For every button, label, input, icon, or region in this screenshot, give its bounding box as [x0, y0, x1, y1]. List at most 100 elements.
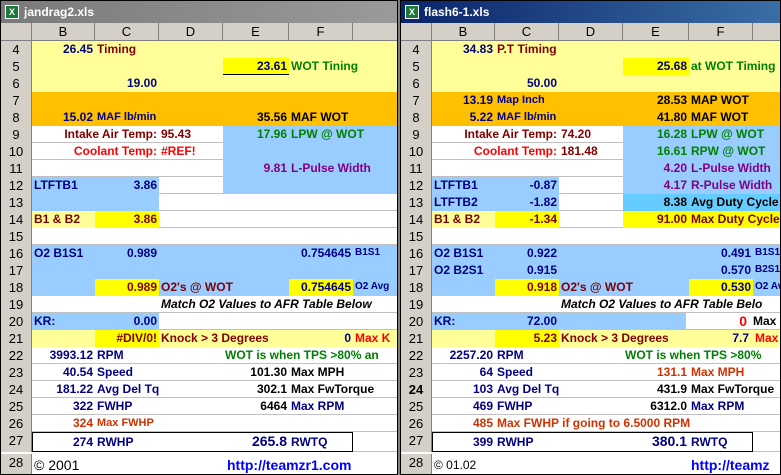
right-title-bar[interactable]: X flash6-1.xls [401, 1, 780, 23]
cell[interactable]: 0.491 [689, 245, 753, 261]
cell[interactable]: -1.82 [495, 194, 559, 210]
cell[interactable]: B1S1 [355, 245, 380, 261]
cell[interactable]: 485 [432, 415, 495, 431]
website-link[interactable]: http://teamzr1.com [227, 457, 351, 473]
cell[interactable]: O2 B2S1 [434, 262, 483, 278]
cell[interactable]: MAF lb/min [97, 109, 156, 125]
cell[interactable]: Max RPM [691, 398, 744, 414]
cell[interactable]: B2S1 [755, 262, 780, 278]
cell[interactable]: 0.754645 [289, 245, 353, 261]
cell[interactable]: MAP WOT [691, 92, 749, 108]
cell[interactable]: Speed [97, 364, 133, 380]
cell[interactable]: Coolant Temp: [432, 143, 559, 159]
row-header[interactable]: 19 [401, 296, 432, 313]
row-header[interactable]: 11 [1, 160, 32, 177]
row-header[interactable]: 23 [1, 364, 32, 381]
row-header-active[interactable]: 24 [401, 381, 432, 398]
cell[interactable]: Map Inch [497, 92, 545, 108]
row-header[interactable]: 4 [401, 41, 432, 58]
cell[interactable]: Max RPM [291, 398, 344, 414]
row-header[interactable]: 6 [1, 75, 32, 92]
cell[interactable]: 64 [432, 364, 495, 380]
website-link[interactable]: http://teamz [691, 457, 770, 473]
row-header[interactable]: 26 [1, 415, 32, 432]
cell[interactable]: Knock > 3 Degrees [161, 330, 269, 346]
cell[interactable]: 35.56 [223, 109, 289, 125]
cell[interactable]: 0.922 [495, 245, 559, 261]
cell[interactable]: -0.87 [495, 177, 559, 193]
cell[interactable]: 28.53 [623, 92, 689, 108]
row-header[interactable]: 4 [1, 41, 32, 58]
row-header[interactable]: 12 [401, 177, 432, 194]
col-header-c[interactable]: C [95, 23, 159, 41]
row-header[interactable]: 5 [401, 58, 432, 75]
row-header[interactable]: 18 [401, 279, 432, 296]
col-header-f[interactable]: F [689, 23, 753, 41]
row-header[interactable]: 12 [1, 177, 32, 194]
row-header[interactable]: 20 [401, 313, 432, 330]
row-header[interactable]: 11 [401, 160, 432, 177]
cell[interactable]: O2 Avg [355, 279, 389, 295]
col-header-b[interactable]: B [432, 23, 495, 41]
select-all-corner[interactable] [401, 23, 432, 41]
row-header[interactable]: 25 [401, 398, 432, 415]
cell[interactable]: 0.989 [95, 279, 159, 295]
cell[interactable]: 0.570 [689, 262, 753, 278]
col-header-b[interactable]: B [32, 23, 95, 41]
col-header-d[interactable]: D [559, 23, 623, 41]
cell[interactable]: 324 [32, 415, 95, 431]
row-header[interactable]: 13 [1, 194, 32, 211]
cell[interactable]: 40.54 [32, 364, 95, 380]
row-header[interactable]: 27 [1, 432, 32, 452]
row-header[interactable]: 9 [1, 126, 32, 143]
cell[interactable]: Max K [355, 330, 390, 346]
row-header[interactable]: 28 [401, 454, 432, 474]
cell[interactable]: 50.00 [495, 75, 559, 91]
cell[interactable]: Speed [497, 364, 533, 380]
cell[interactable]: 15.02 [32, 109, 95, 125]
row-header[interactable]: 25 [1, 398, 32, 415]
cell[interactable]: 399 [432, 434, 495, 450]
cell[interactable]: RWHP [97, 434, 133, 450]
cell[interactable]: L-Pulse Width [691, 160, 771, 176]
cell[interactable]: 3993.12 [32, 347, 95, 363]
col-header-c[interactable]: C [495, 23, 559, 41]
row-header[interactable]: 10 [1, 143, 32, 160]
cell[interactable]: 3.86 [95, 211, 159, 227]
row-header[interactable]: 22 [1, 347, 32, 364]
row-header[interactable]: 17 [1, 262, 32, 279]
row-header[interactable]: 28 [1, 454, 32, 474]
cell[interactable]: O2 Avg [755, 279, 780, 295]
cell[interactable]: FWHP [97, 398, 132, 414]
row-header[interactable]: 26 [401, 415, 432, 432]
cell[interactable]: KR: [434, 313, 455, 329]
cell[interactable]: Max Duty Cycle [691, 211, 780, 227]
row-header[interactable]: 5 [1, 58, 32, 75]
cell[interactable]: Avg Del Tq [497, 381, 559, 397]
cell[interactable]: RPM [497, 347, 524, 363]
col-header-e[interactable]: E [623, 23, 689, 41]
cell[interactable]: 302.1 [223, 381, 289, 397]
cell[interactable]: 0.915 [495, 262, 559, 278]
row-header[interactable]: 16 [401, 245, 432, 262]
cell[interactable]: 0 [689, 313, 749, 329]
cell[interactable]: O2 B1S1 [434, 245, 483, 261]
row-header[interactable]: 6 [401, 75, 432, 92]
cell[interactable]: Max MPH [291, 364, 344, 380]
cell[interactable]: LPW @ WOT [691, 126, 764, 142]
cell[interactable]: Max FwTorque [291, 381, 374, 397]
cell[interactable]: Max FWHP [97, 415, 154, 431]
cell[interactable]: LPW @ WOT [291, 126, 364, 142]
cell[interactable]: 16.28 [623, 126, 689, 142]
cell[interactable]: MAF WOT [291, 109, 348, 125]
cell[interactable]: 4.20 [623, 160, 689, 176]
cell[interactable]: at WOT Timing [691, 58, 775, 74]
cell[interactable]: B1S1 [755, 245, 780, 261]
row-header[interactable]: 8 [1, 109, 32, 126]
cell[interactable]: B1 & B2 [34, 211, 80, 227]
cell[interactable]: 17.96 [223, 126, 289, 142]
cell[interactable]: 3.86 [95, 177, 159, 193]
cell[interactable]: Intake Air Temp: [32, 126, 159, 142]
row-header[interactable]: 22 [401, 347, 432, 364]
cell[interactable]: 2257.20 [432, 347, 495, 363]
